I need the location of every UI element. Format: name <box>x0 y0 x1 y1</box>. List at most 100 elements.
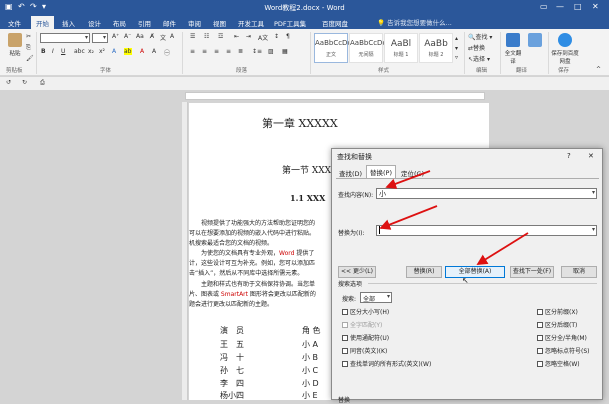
collapse-ribbon-icon[interactable]: ^ <box>596 66 601 73</box>
tab-view[interactable]: 视图 <box>213 18 226 28</box>
tab-home[interactable]: 开始 <box>31 16 54 29</box>
tab-replace[interactable]: 替换(P) <box>366 165 396 178</box>
minimize-icon[interactable]: — <box>556 2 564 11</box>
sounds-like-checkbox[interactable]: 同音(英文)(K) <box>342 346 387 355</box>
replace-all-button[interactable]: 全部替换(A) <box>445 266 505 278</box>
increase-indent-icon[interactable]: ⇥ <box>246 33 251 40</box>
char-shading-icon[interactable]: A <box>152 48 156 55</box>
font-size-box[interactable]: ▾ <box>92 33 108 43</box>
match-prefix-checkbox[interactable]: 区分前缀(X) <box>537 307 578 316</box>
vertical-ruler[interactable] <box>182 102 188 400</box>
strikethrough-icon[interactable]: abc <box>74 48 85 55</box>
replace-with-input[interactable]: ▾ <box>376 225 597 236</box>
style-heading-1[interactable]: AaBl 标题 1 <box>384 33 418 63</box>
nav-back-icon[interactable]: ↺ <box>6 79 11 86</box>
close-window-icon[interactable]: ✕ <box>592 2 599 11</box>
tab-pdf-tools[interactable]: PDF工具集 <box>274 18 306 28</box>
tab-review[interactable]: 审阅 <box>188 18 201 28</box>
borders-icon[interactable]: ▦ <box>282 48 288 55</box>
chinese-layout-icon[interactable]: A文 <box>258 33 268 42</box>
paste-button[interactable]: 粘贴 <box>4 33 26 57</box>
ignore-whitespace-checkbox[interactable]: 忽略空格(W) <box>537 359 580 368</box>
horizontal-ruler[interactable] <box>185 92 485 100</box>
case-icon[interactable]: Aa <box>136 33 144 40</box>
styles-scroll-up-icon[interactable]: ▴ <box>455 35 458 42</box>
font-color-icon[interactable]: A <box>140 48 144 55</box>
sort-icon[interactable]: ↕ <box>274 33 279 40</box>
align-right-icon[interactable]: ≡ <box>214 48 219 55</box>
find-next-button[interactable]: 查找下一处(F) <box>510 266 554 278</box>
align-left-icon[interactable]: ≡ <box>190 48 195 55</box>
distributed-icon[interactable]: ≣ <box>238 48 243 55</box>
bold-icon[interactable]: B <box>41 48 46 55</box>
maximize-icon[interactable]: □ <box>574 2 582 11</box>
match-width-checkbox[interactable]: 区分全/半角(M) <box>537 333 587 342</box>
whole-word-checkbox[interactable]: 全字匹配(Y) <box>342 320 382 329</box>
decrease-indent-icon[interactable]: ⇤ <box>234 33 239 40</box>
tab-find[interactable]: 查找(D) <box>336 167 365 178</box>
align-center-icon[interactable]: ≡ <box>202 48 207 55</box>
tell-me-search[interactable]: 💡 告诉我您想要做什么... <box>377 17 452 27</box>
tab-references[interactable]: 引用 <box>138 18 151 28</box>
print-icon[interactable]: ⎙ <box>40 79 45 87</box>
clear-format-icon[interactable]: A̸ <box>150 33 154 40</box>
line-spacing-icon[interactable]: ↕≡ <box>252 48 262 55</box>
translate-doc-button[interactable] <box>525 33 545 49</box>
styles-scroll-down-icon[interactable]: ▾ <box>455 45 458 52</box>
format-painter-icon[interactable]: 🖌 <box>26 55 34 62</box>
superscript-icon[interactable]: x² <box>99 48 105 55</box>
select-button[interactable]: ↖选择 ▾ <box>468 54 490 63</box>
bullets-icon[interactable]: ☰ <box>190 33 195 40</box>
search-direction-select[interactable]: 全部 ▾ <box>360 292 392 303</box>
shrink-font-icon[interactable]: A⁻ <box>124 33 131 40</box>
subscript-icon[interactable]: x₂ <box>88 48 94 55</box>
find-what-input[interactable]: 小 ▾ <box>376 188 597 199</box>
all-word-forms-checkbox[interactable]: 查找单词的所有形式(英文)(W) <box>342 359 431 368</box>
tab-baidu-netdisk[interactable]: 百度网盘 <box>322 18 348 28</box>
ignore-punctuation-checkbox[interactable]: 忽略标点符号(S) <box>537 346 590 355</box>
text-effects-icon[interactable]: A <box>112 48 116 55</box>
save-to-baidu-button[interactable]: 保存到百度网盘 <box>551 33 579 65</box>
nav-forward-icon[interactable]: ↻ <box>22 79 27 86</box>
tab-file[interactable]: 文件 <box>8 18 21 28</box>
replace-button[interactable]: 替换(R) <box>406 266 442 278</box>
find-button[interactable]: 🔍查找 ▾ <box>468 32 492 41</box>
grow-font-icon[interactable]: A⁺ <box>112 33 119 40</box>
numbering-icon[interactable]: ☷ <box>204 33 209 40</box>
justify-icon[interactable]: ≡ <box>226 48 231 55</box>
underline-icon[interactable]: U <box>61 48 65 55</box>
multilevel-list-icon[interactable]: ☲ <box>218 33 223 40</box>
enclose-char-icon[interactable]: ㊀ <box>164 48 170 57</box>
match-suffix-checkbox[interactable]: 区分后缀(T) <box>537 320 577 329</box>
match-case-checkbox[interactable]: 区分大小写(H) <box>342 307 389 316</box>
cancel-button[interactable]: 取消 <box>561 266 597 278</box>
font-name-box[interactable]: ▾ <box>40 33 90 43</box>
tab-design[interactable]: 设计 <box>88 18 101 28</box>
tab-insert[interactable]: 插入 <box>62 18 75 28</box>
chevron-down-icon[interactable]: ▾ <box>592 189 595 196</box>
close-icon[interactable]: ✕ <box>588 152 594 160</box>
replace-button[interactable]: ⇄替换 <box>468 43 485 52</box>
chevron-down-icon[interactable]: ▾ <box>592 226 595 233</box>
full-translate-button[interactable]: 全文翻译 <box>503 33 523 65</box>
copy-icon[interactable]: ⎘ <box>26 44 31 52</box>
styles-more-icon[interactable]: ▿ <box>455 54 458 61</box>
tab-goto[interactable]: 定位(G) <box>398 167 427 178</box>
tab-mailings[interactable]: 邮件 <box>163 18 176 28</box>
tab-layout[interactable]: 布局 <box>113 18 126 28</box>
less-button[interactable]: << 更少(L) <box>338 266 376 278</box>
char-border-icon[interactable]: A <box>170 33 174 40</box>
style-no-spacing[interactable]: AaBbCcDc 无间隔 <box>349 33 386 63</box>
shading-icon[interactable]: ▨ <box>268 48 274 55</box>
help-icon[interactable]: ? <box>567 152 571 160</box>
style-normal[interactable]: AaBbCcDc 正文 <box>314 33 351 63</box>
show-marks-icon[interactable]: ¶ <box>286 33 290 40</box>
wildcards-checkbox[interactable]: 使用通配符(U) <box>342 333 389 342</box>
style-heading-2[interactable]: AaBb 标题 2 <box>419 33 453 63</box>
cut-icon[interactable]: ✂ <box>26 33 31 40</box>
italic-icon[interactable]: I <box>52 48 54 55</box>
ribbon-display-icon[interactable]: ▭ <box>540 2 548 11</box>
phonetic-icon[interactable]: 文 <box>160 33 166 42</box>
highlight-icon[interactable]: ab <box>124 48 132 55</box>
tab-developer[interactable]: 开发工具 <box>238 18 264 28</box>
